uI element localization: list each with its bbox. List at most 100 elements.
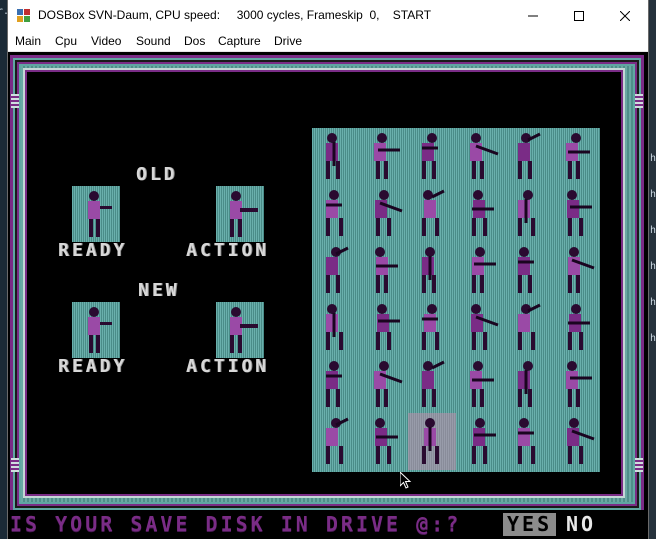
old-ready-label: READY <box>58 240 128 261</box>
new-ready-portrait[interactable] <box>72 302 120 358</box>
soldier-sprite <box>470 133 499 179</box>
menu-video[interactable]: Video <box>91 34 121 48</box>
soldier-sprite <box>375 190 403 236</box>
sprite-cell[interactable] <box>552 242 600 299</box>
soldier-sprite <box>422 247 436 293</box>
sprite-grid[interactable] <box>312 128 600 472</box>
soldier-sprite <box>566 361 592 407</box>
menu-drive[interactable]: Drive <box>274 34 302 48</box>
sprite-cell[interactable] <box>312 356 360 413</box>
soldier-sprite <box>326 304 343 350</box>
maximize-button[interactable] <box>556 0 602 31</box>
dosbox-window: DOSBox SVN-Daum, CPU speed: 3000 cycles,… <box>8 0 648 539</box>
sprite-cell[interactable] <box>360 185 408 242</box>
soldier-sprite <box>326 133 340 179</box>
soldier-sprite <box>568 247 595 293</box>
sprite-cell[interactable] <box>360 356 408 413</box>
sprite-cell[interactable] <box>552 413 600 470</box>
old-action-portrait[interactable] <box>216 186 264 242</box>
soldier-sprite <box>518 247 534 293</box>
sprite-cell[interactable] <box>312 299 360 356</box>
old-ready-portrait[interactable] <box>72 186 120 242</box>
soldier-sprite <box>518 303 541 350</box>
sprite-cell[interactable] <box>360 299 408 356</box>
window-title: DOSBox SVN-Daum, CPU speed: 3000 cycles,… <box>38 8 432 22</box>
sprite-cell[interactable] <box>552 185 600 242</box>
sprite-cell[interactable] <box>504 299 552 356</box>
sprite-cell[interactable] <box>312 128 360 185</box>
minimize-icon <box>528 15 538 16</box>
sprite-cell[interactable] <box>552 356 600 413</box>
soldier-sprite <box>326 246 349 293</box>
sprite-cell[interactable] <box>456 242 504 299</box>
soldier-sprite <box>375 418 398 464</box>
soldier-sprite <box>518 190 535 236</box>
sprite-cell[interactable] <box>456 356 504 413</box>
sprite-cell[interactable] <box>360 128 408 185</box>
no-option[interactable]: NO <box>566 513 596 536</box>
sprite-cell[interactable] <box>504 128 552 185</box>
mouse-pointer-icon <box>400 472 412 489</box>
soldier-sprite <box>472 190 494 236</box>
new-label: NEW <box>138 280 180 301</box>
sprite-cell[interactable] <box>456 413 504 470</box>
soldier-sprite <box>518 418 535 464</box>
sprite-cell[interactable] <box>408 128 456 185</box>
new-action-label: ACTION <box>186 356 270 377</box>
sprite-cell[interactable] <box>504 356 552 413</box>
sprite-cell[interactable] <box>456 299 504 356</box>
sprite-cell[interactable] <box>408 299 456 356</box>
sprite-cell[interactable] <box>312 185 360 242</box>
sprite-cell[interactable] <box>552 128 600 185</box>
desktop-edge-text: h <box>649 189 656 200</box>
soldier-sprite <box>88 191 112 237</box>
yes-option[interactable]: YES <box>503 513 557 536</box>
sprite-cell[interactable] <box>408 356 456 413</box>
sprite-cell[interactable] <box>504 242 552 299</box>
menu-dos[interactable]: Dos <box>184 34 205 48</box>
dos-game-screen[interactable]: OLD READY ACTION NEW READY ACTION IS YOU… <box>8 52 648 539</box>
frame-ornament <box>11 458 19 472</box>
sprite-cell[interactable] <box>312 413 360 470</box>
soldier-sprite <box>470 361 494 407</box>
soldier-sprite <box>376 304 400 350</box>
old-action-label: ACTION <box>186 240 270 261</box>
soldier-sprite <box>326 190 343 236</box>
soldier-sprite <box>326 361 342 407</box>
new-action-portrait[interactable] <box>216 302 264 358</box>
soldier-sprite <box>518 132 541 179</box>
menu-cpu[interactable]: Cpu <box>55 34 77 48</box>
desktop-background-right: h h h h h h <box>648 0 656 539</box>
soldier-sprite <box>567 418 595 464</box>
close-button[interactable] <box>602 0 648 31</box>
menu-main[interactable]: Main <box>15 34 41 48</box>
sprite-cell[interactable] <box>456 185 504 242</box>
sprite-cell[interactable] <box>504 185 552 242</box>
sprite-cell[interactable] <box>504 413 552 470</box>
frame-ornament <box>11 94 19 108</box>
minimize-button[interactable] <box>510 0 556 31</box>
sprite-cell[interactable] <box>408 185 456 242</box>
desktop-edge-text: h <box>649 153 656 164</box>
dosbox-icon <box>17 9 30 22</box>
sprite-cell[interactable] <box>552 299 600 356</box>
desktop-edge-text: h <box>649 225 656 236</box>
soldier-sprite <box>326 417 349 464</box>
menu-sound[interactable]: Sound <box>136 34 171 48</box>
menu-capture[interactable]: Capture <box>218 34 261 48</box>
sprite-cell[interactable] <box>408 242 456 299</box>
sprite-cell[interactable] <box>360 413 408 470</box>
title-bar[interactable]: DOSBox SVN-Daum, CPU speed: 3000 cycles,… <box>8 0 648 31</box>
soldier-sprite <box>566 133 590 179</box>
soldier-sprite <box>568 304 590 350</box>
sprite-cell[interactable] <box>456 128 504 185</box>
sprite-cell[interactable] <box>408 413 456 470</box>
soldier-sprite <box>422 418 439 464</box>
new-ready-label: READY <box>58 356 128 377</box>
sprite-cell[interactable] <box>360 242 408 299</box>
soldier-sprite <box>422 189 445 236</box>
sprite-cell[interactable] <box>312 242 360 299</box>
prompt-text: IS YOUR SAVE DISK IN DRIVE @:? <box>10 512 462 536</box>
soldier-sprite <box>88 307 112 353</box>
desktop-edge-text: h <box>649 333 656 344</box>
